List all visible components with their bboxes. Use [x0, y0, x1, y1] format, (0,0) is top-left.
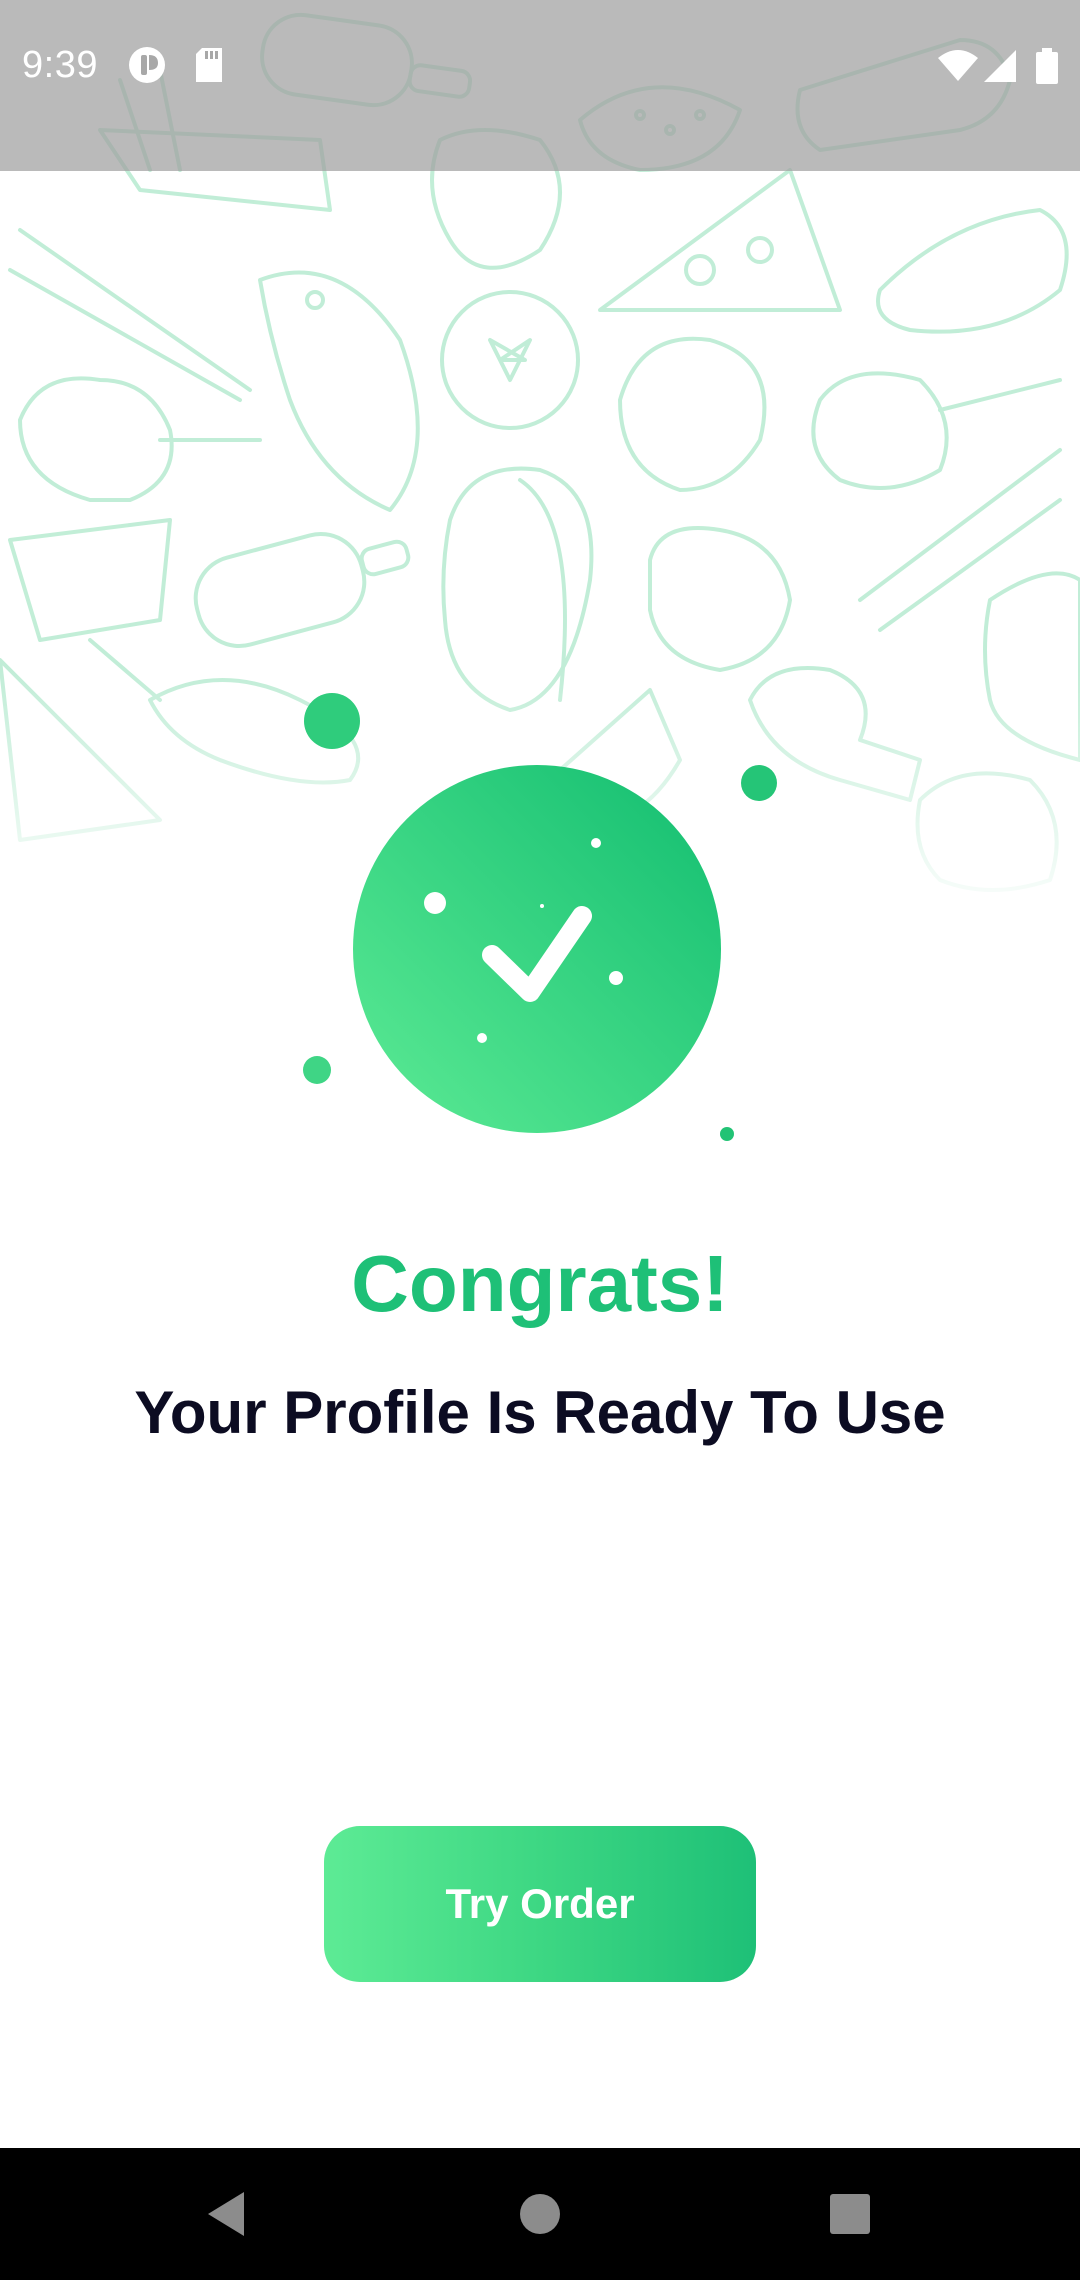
decor-dot-1 [304, 693, 360, 749]
back-button[interactable] [160, 2148, 292, 2280]
decor-dot-4 [720, 1127, 734, 1141]
recents-button[interactable] [784, 2148, 916, 2280]
check-circle-icon [353, 765, 721, 1133]
congrats-title: Congrats! [351, 1239, 729, 1328]
system-navigation-bar [0, 2148, 1080, 2280]
decor-dot-3 [303, 1056, 331, 1084]
success-screen: 9:39 Congrats! Your Profile Is Ready To … [0, 0, 1080, 2280]
back-icon [208, 2192, 244, 2236]
profile-ready-subtitle: Your Profile Is Ready To Use [134, 1379, 946, 1446]
home-icon [520, 2194, 560, 2234]
try-order-button[interactable]: Try Order [324, 1826, 756, 1982]
recents-icon [830, 2194, 870, 2234]
success-illustration [303, 693, 777, 1141]
decor-dot-2 [741, 765, 777, 801]
home-button[interactable] [474, 2148, 606, 2280]
